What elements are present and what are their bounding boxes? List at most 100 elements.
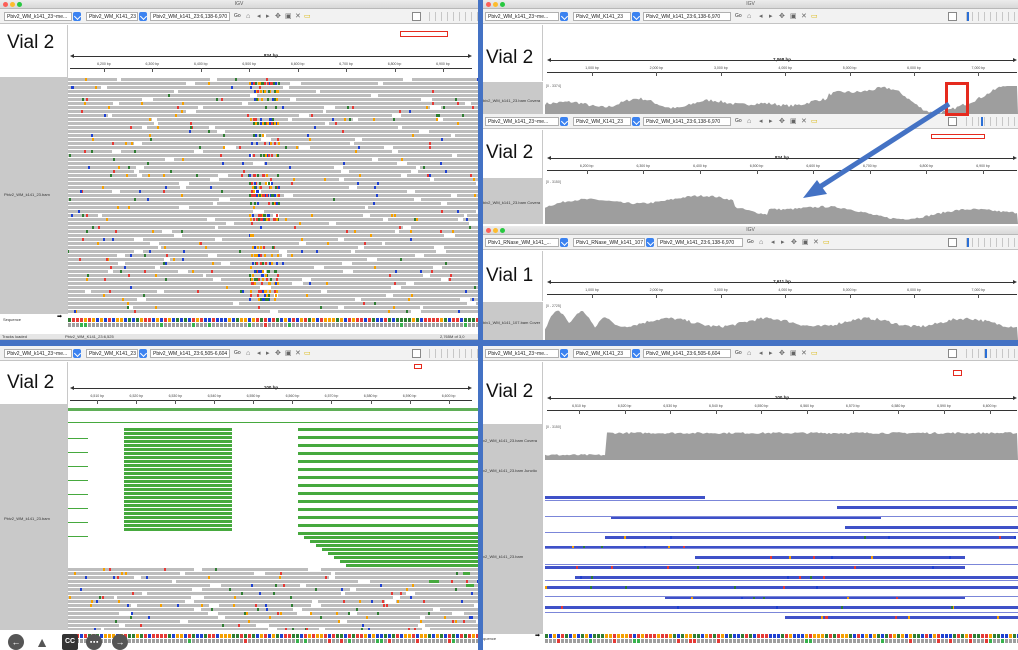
read[interactable]: [124, 456, 232, 459]
read[interactable]: [575, 576, 1018, 579]
read[interactable]: [124, 500, 232, 503]
read[interactable]: [388, 218, 458, 221]
read[interactable]: [68, 206, 180, 209]
read[interactable]: [263, 162, 398, 165]
read[interactable]: [352, 270, 478, 273]
read[interactable]: [230, 262, 342, 265]
read[interactable]: [368, 206, 478, 209]
read[interactable]: [438, 580, 478, 583]
read[interactable]: [124, 496, 232, 499]
read[interactable]: [382, 82, 478, 85]
read[interactable]: [130, 612, 208, 615]
read[interactable]: [298, 516, 478, 519]
read[interactable]: [68, 278, 214, 281]
back-arrow-icon[interactable]: ◂: [257, 349, 261, 358]
read[interactable]: [464, 612, 478, 615]
read[interactable]: [269, 624, 419, 627]
read[interactable]: [288, 86, 478, 89]
read[interactable]: [441, 266, 478, 269]
read[interactable]: [68, 616, 219, 619]
chromosome-select[interactable]: Pbiv2_WM_K141_23: [86, 12, 138, 21]
read[interactable]: [214, 126, 399, 129]
read[interactable]: [142, 238, 215, 241]
read[interactable]: [351, 262, 478, 265]
read[interactable]: [420, 166, 478, 169]
read[interactable]: [224, 616, 420, 619]
read[interactable]: [454, 234, 478, 237]
read[interactable]: [68, 250, 134, 253]
read[interactable]: [309, 612, 351, 615]
roi-icon[interactable]: ▣: [790, 349, 797, 358]
read[interactable]: [68, 466, 88, 467]
read[interactable]: [469, 572, 478, 575]
read[interactable]: [68, 612, 120, 615]
read[interactable]: [286, 254, 415, 257]
read[interactable]: [188, 270, 256, 273]
read[interactable]: [263, 210, 476, 213]
read[interactable]: [124, 452, 232, 455]
read[interactable]: [175, 580, 358, 583]
read[interactable]: [298, 500, 478, 503]
read[interactable]: [68, 302, 234, 305]
read[interactable]: [203, 106, 324, 109]
read[interactable]: [845, 526, 1018, 529]
read[interactable]: [447, 202, 478, 205]
read[interactable]: [298, 460, 478, 463]
read[interactable]: [68, 134, 262, 137]
read[interactable]: [400, 596, 478, 599]
read[interactable]: [68, 604, 132, 607]
read[interactable]: [406, 162, 478, 165]
read[interactable]: [68, 522, 88, 523]
read[interactable]: [445, 250, 478, 253]
read[interactable]: [471, 102, 478, 105]
read[interactable]: [298, 452, 478, 455]
zoom-slider[interactable]: [424, 349, 478, 358]
read[interactable]: [133, 306, 339, 309]
forward-arrow-icon[interactable]: ▸: [769, 349, 773, 358]
read[interactable]: [68, 298, 138, 301]
refresh-icon[interactable]: ✥: [275, 349, 281, 358]
read[interactable]: [298, 444, 478, 447]
read[interactable]: [68, 620, 181, 623]
read[interactable]: [68, 270, 108, 273]
genome-dropdown-icon[interactable]: [73, 12, 81, 21]
read[interactable]: [124, 520, 232, 523]
read[interactable]: [136, 604, 209, 607]
read[interactable]: [158, 242, 300, 245]
read[interactable]: [306, 584, 466, 587]
read[interactable]: [335, 572, 463, 575]
read[interactable]: [316, 544, 478, 547]
read[interactable]: [68, 114, 109, 117]
read[interactable]: [68, 102, 114, 105]
read[interactable]: [545, 496, 705, 499]
read[interactable]: [68, 254, 118, 257]
genome-dropdown-icon[interactable]: [73, 349, 81, 358]
read[interactable]: [121, 150, 195, 153]
forward-arrow-icon[interactable]: ▸: [266, 12, 270, 21]
read[interactable]: [344, 592, 407, 595]
read[interactable]: [306, 242, 383, 245]
read[interactable]: [448, 278, 478, 281]
read[interactable]: [346, 564, 478, 567]
read[interactable]: [181, 234, 250, 237]
read[interactable]: [278, 310, 411, 313]
read[interactable]: [125, 624, 257, 627]
read[interactable]: [68, 422, 478, 423]
read[interactable]: [545, 566, 965, 569]
read[interactable]: [68, 158, 166, 161]
read[interactable]: [68, 170, 135, 173]
read[interactable]: [277, 628, 319, 630]
read[interactable]: [334, 576, 478, 579]
read-thin[interactable]: [545, 532, 1018, 533]
read[interactable]: [124, 476, 232, 479]
read[interactable]: [68, 408, 478, 411]
read[interactable]: [430, 274, 478, 277]
read[interactable]: [320, 604, 475, 607]
read[interactable]: [68, 198, 220, 201]
read[interactable]: [68, 282, 293, 285]
read[interactable]: [325, 628, 422, 630]
read[interactable]: [420, 198, 478, 201]
read[interactable]: [68, 306, 129, 309]
read[interactable]: [785, 616, 1018, 619]
read-thin[interactable]: [545, 564, 1018, 565]
